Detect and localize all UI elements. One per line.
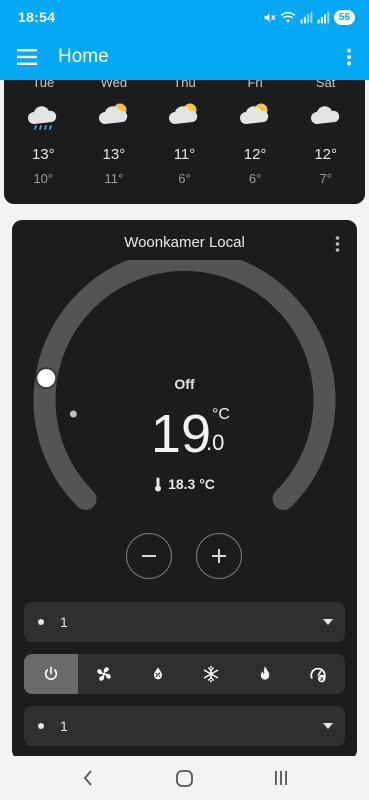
flame-icon [260,666,269,680]
partly-cloudy-icon [167,94,201,136]
thermostat-title: Woonkamer Local [124,234,245,251]
system-navigation-bar [0,756,369,800]
partly-cloudy-icon [97,94,131,136]
back-icon [83,770,92,786]
mode-cool-button[interactable] [185,654,239,694]
plus-icon [212,549,226,563]
status-icons: 56 [263,9,355,25]
svg-text:A: A [320,677,324,683]
forecast-low: 7° [319,171,332,186]
bullet-icon [38,723,44,729]
weather-forecast-card[interactable]: Tue 13° 10° Wed 13° 11° Thu 11° 6° Fri 12° 6° Sat 12°… [4,60,365,204]
temperature-dial[interactable] [12,260,357,540]
forecast-day: Tue 13° 10° [12,74,74,186]
forecast-day: Thu 11° 6° [153,74,215,186]
dry-icon [153,667,162,680]
hamburger-menu-icon [17,49,37,65]
bullet-icon [38,619,44,625]
current-temperature-value: 18.3 °C [168,476,215,492]
forecast-high: 13° [31,146,55,163]
forecast-high: 11° [173,146,196,163]
minus-icon [142,555,156,557]
snowflake-icon [203,665,219,683]
forecast-row: Tue 13° 10° Wed 13° 11° Thu 11° 6° Fri 12° 6° Sat 12°… [4,74,365,186]
fan-mode-select-value: 1 [60,718,68,734]
wifi-icon [280,11,296,23]
target-temperature-integer: 19 [150,404,211,464]
forecast-low: 10° [33,171,54,186]
power-icon [44,666,57,680]
recents-button[interactable] [261,758,301,798]
mode-fan-button[interactable] [78,654,132,694]
decrease-temperature-button[interactable] [126,533,172,579]
more-vert-icon [335,236,339,252]
cloudy-icon [309,94,343,136]
home-button[interactable] [164,758,204,798]
temperature-unit: °C [212,406,230,423]
mode-auto-button[interactable]: A [292,654,346,694]
status-bar: 18:54 56 [0,0,369,34]
forecast-day: Fri 12° 6° [224,74,286,186]
forecast-day: Sat 12° 7° [295,74,357,186]
current-temperature: 18.3 °C [12,476,357,492]
overflow-menu-button[interactable] [329,34,369,80]
fan-icon [97,667,111,681]
signal-icon [300,11,313,23]
thermometer-icon [155,477,162,491]
status-time: 18:54 [18,9,56,25]
mode-off-button[interactable] [24,654,78,694]
forecast-low: 11° [104,171,124,186]
signal-icon-2 [317,11,330,23]
partly-cloudy-icon [238,94,272,136]
preset-select-value: 1 [60,614,68,630]
more-vert-icon [347,48,351,66]
forecast-high: 12° [243,146,267,163]
mode-dry-button[interactable] [131,654,185,694]
increase-temperature-button[interactable] [196,533,242,579]
hvac-mode-selector: A [24,654,345,694]
target-temperature-decimal: .0 [206,430,225,455]
mute-icon [264,12,276,22]
thermostat-more-button[interactable] [325,232,349,256]
target-temperature: 19 °C .0 [12,404,357,464]
hvac-state: Off [174,376,195,392]
app-bar: Home [0,34,369,80]
thermostat-card: Woonkamer Local Off 19 °C .0 18.3 °C 1 A… [12,220,357,760]
home-icon [176,769,193,787]
mode-heat-button[interactable] [238,654,292,694]
battery-indicator: 56 [333,9,355,25]
menu-button[interactable] [0,34,54,80]
forecast-high: 13° [102,146,126,163]
forecast-day: Wed 13° 11° [83,74,145,186]
dropdown-arrow-icon [323,723,333,729]
rainy-icon [26,94,60,136]
forecast-high: 12° [314,146,338,163]
fan-mode-select[interactable]: 1 [24,706,345,746]
page-title: Home [58,46,109,67]
forecast-low: 6° [178,171,191,186]
recents-icon [274,771,287,785]
back-button[interactable] [68,758,108,798]
forecast-low: 6° [248,171,262,186]
dropdown-arrow-icon [323,619,333,625]
auto-icon: A [310,667,326,683]
preset-select[interactable]: 1 [24,602,345,642]
